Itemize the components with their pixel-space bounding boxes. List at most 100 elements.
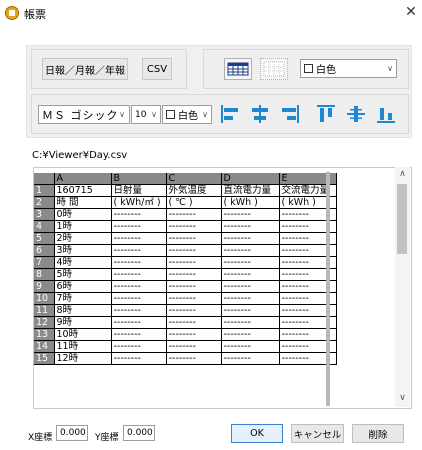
table-cell[interactable]: 外気温度	[166, 184, 222, 197]
row-header[interactable]: 15	[34, 352, 55, 365]
table-cell[interactable]: ( kWh )	[221, 196, 280, 209]
y-coordinate-input[interactable]: 0.000	[123, 425, 155, 441]
spreadsheet-grid[interactable]: A B C D E 1 160715 日射量 外気温度 直流電力量 交流電力量 2 時 間( kWh/㎡…	[33, 167, 412, 409]
table-cell[interactable]: --------	[111, 244, 167, 257]
row-header[interactable]: 4	[34, 220, 55, 233]
align-left-icon[interactable]	[219, 103, 241, 125]
table-cell[interactable]: --------	[166, 292, 222, 305]
row-header[interactable]: 12	[34, 316, 55, 329]
table-cell[interactable]: --------	[221, 244, 280, 257]
table-cell[interactable]: 0時	[54, 208, 112, 221]
column-header[interactable]: D	[221, 173, 280, 185]
table-cell[interactable]: 10時	[54, 328, 112, 341]
row-header[interactable]: 3	[34, 208, 55, 221]
csv-button[interactable]: CSV	[142, 58, 172, 80]
table-cell[interactable]: --------	[221, 220, 280, 233]
table-cell[interactable]: 直流電力量	[221, 184, 280, 197]
table-cell[interactable]: --------	[111, 340, 167, 353]
table-cell[interactable]: --------	[166, 256, 222, 269]
table-cell[interactable]: --------	[221, 268, 280, 281]
cancel-button[interactable]: キャンセル	[291, 424, 344, 443]
scroll-down-icon[interactable]: ∨	[395, 393, 410, 403]
table-cell[interactable]: --------	[166, 208, 222, 221]
table-cell[interactable]: --------	[221, 232, 280, 245]
table-cell[interactable]: --------	[166, 304, 222, 317]
close-icon[interactable]: ✕	[400, 2, 422, 22]
table-cell[interactable]: --------	[221, 328, 280, 341]
table-cell[interactable]: ( kWh/㎡ )	[111, 196, 167, 209]
ok-button[interactable]: OK	[231, 424, 283, 443]
delete-button[interactable]: 削除	[352, 424, 404, 443]
table-cell[interactable]: --------	[166, 352, 222, 365]
corner-cell[interactable]	[34, 173, 55, 185]
table-cell[interactable]: 6時	[54, 280, 112, 293]
align-top-icon[interactable]	[315, 103, 337, 125]
row-header[interactable]: 11	[34, 304, 55, 317]
table-cell[interactable]: 9時	[54, 316, 112, 329]
row-header[interactable]: 13	[34, 328, 55, 341]
table-cell[interactable]: --------	[221, 316, 280, 329]
table-cell[interactable]: --------	[166, 232, 222, 245]
table-cell[interactable]: 12時	[54, 352, 112, 365]
table-cell[interactable]: --------	[111, 268, 167, 281]
row-header[interactable]: 7	[34, 256, 55, 269]
align-middle-icon[interactable]	[345, 103, 367, 125]
font-size-select[interactable]: 10 ∨	[131, 105, 161, 124]
table-cell[interactable]: --------	[111, 316, 167, 329]
table-cell[interactable]: --------	[221, 340, 280, 353]
table-cell[interactable]: --------	[221, 352, 280, 365]
row-header[interactable]: 14	[34, 340, 55, 353]
table-cell[interactable]: --------	[221, 208, 280, 221]
vertical-scrollbar[interactable]: ∧ ∨	[395, 167, 410, 407]
table-cell[interactable]: --------	[221, 304, 280, 317]
table-cell[interactable]: --------	[111, 328, 167, 341]
table-cell[interactable]: --------	[111, 292, 167, 305]
table-cell[interactable]: --------	[111, 280, 167, 293]
background-color-select[interactable]: 白色 ∨	[300, 59, 397, 78]
row-header[interactable]: 1	[34, 184, 55, 197]
text-color-select[interactable]: 白色 ∨	[162, 105, 212, 124]
align-center-icon[interactable]	[249, 103, 271, 125]
table-cell[interactable]: --------	[111, 208, 167, 221]
row-header[interactable]: 9	[34, 280, 55, 293]
table-cell[interactable]: 1時	[54, 220, 112, 233]
grid-lines-icon[interactable]	[224, 58, 252, 80]
table-cell[interactable]: 160715	[54, 184, 112, 197]
table-cell[interactable]: --------	[221, 280, 280, 293]
align-bottom-icon[interactable]	[375, 103, 397, 125]
scroll-up-icon[interactable]: ∧	[395, 169, 410, 179]
table-cell[interactable]: 4時	[54, 256, 112, 269]
table-cell[interactable]: --------	[166, 328, 222, 341]
table-cell[interactable]: --------	[221, 292, 280, 305]
table-cell[interactable]: ( ℃ )	[166, 196, 222, 209]
x-coordinate-input[interactable]: 0.000	[56, 425, 88, 441]
row-header[interactable]: 10	[34, 292, 55, 305]
table-cell[interactable]: --------	[111, 352, 167, 365]
column-header[interactable]: C	[166, 173, 222, 185]
font-name-select[interactable]: ＭＳ ゴシック ∨	[38, 105, 130, 124]
table-cell[interactable]: --------	[111, 304, 167, 317]
table-cell[interactable]: 5時	[54, 268, 112, 281]
table-cell[interactable]: --------	[166, 268, 222, 281]
table-cell[interactable]: 2時	[54, 232, 112, 245]
column-header[interactable]: B	[111, 173, 167, 185]
row-header[interactable]: 8	[34, 268, 55, 281]
table-cell[interactable]: --------	[111, 220, 167, 233]
table-cell[interactable]: --------	[111, 232, 167, 245]
table-cell[interactable]: 日射量	[111, 184, 167, 197]
table-cell[interactable]: 7時	[54, 292, 112, 305]
table-cell[interactable]: --------	[221, 256, 280, 269]
row-header[interactable]: 2	[34, 196, 55, 209]
table-cell[interactable]: 時 間	[54, 196, 112, 209]
table-cell[interactable]: --------	[111, 256, 167, 269]
table-cell[interactable]: 8時	[54, 304, 112, 317]
table-cell[interactable]: --------	[166, 244, 222, 257]
period-report-button[interactable]: 日報／月報／年報	[42, 58, 128, 80]
table-cell[interactable]: --------	[166, 340, 222, 353]
align-right-icon[interactable]	[279, 103, 301, 125]
table-cell[interactable]: 3時	[54, 244, 112, 257]
column-header[interactable]: A	[54, 173, 112, 185]
scrollbar-thumb[interactable]	[397, 184, 407, 254]
row-header[interactable]: 6	[34, 244, 55, 257]
no-grid-icon[interactable]	[260, 58, 288, 80]
